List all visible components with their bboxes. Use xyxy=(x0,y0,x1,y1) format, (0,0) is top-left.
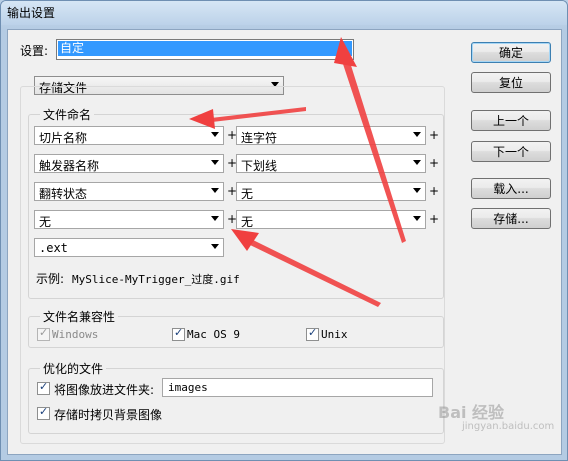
annotation-arrow-2-head xyxy=(189,109,215,129)
watermark-text: Bai 经验 xyxy=(438,403,505,422)
watermark-url: jingyan.baidu.com xyxy=(462,421,555,432)
annotation-arrow-3-head xyxy=(231,229,259,251)
baidu-watermark: Bai 经验 jingyan.baidu.com xyxy=(438,399,554,432)
annotation-arrow-2 xyxy=(211,107,306,122)
annotation-arrows xyxy=(189,37,406,307)
output-settings-dialog: 输出设置 设置: 自定 存储文件 文件命名 切片名称 + 连字符 + 触发器名称… xyxy=(0,0,568,461)
annotation-arrow-1-head xyxy=(334,37,357,67)
annotation-arrow-1 xyxy=(342,59,406,243)
annotation-arrow-3 xyxy=(248,239,381,307)
